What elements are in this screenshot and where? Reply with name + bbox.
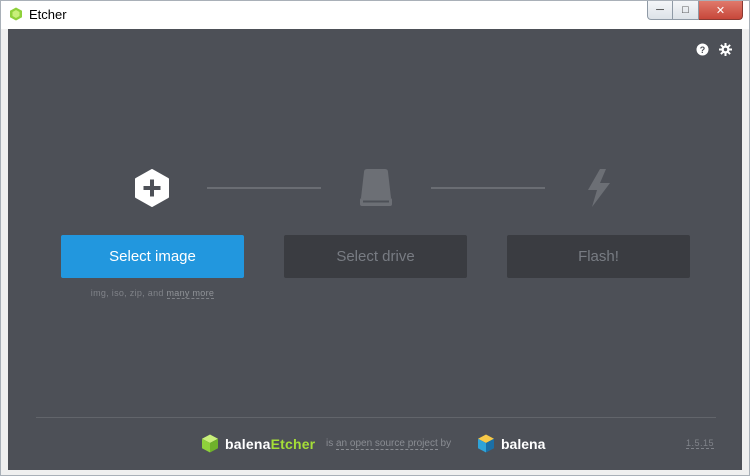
step-connector-2 (431, 187, 545, 189)
brand-suffix: Etcher (270, 435, 316, 452)
open-source-link[interactable]: an open source project (336, 438, 438, 450)
lightning-icon (579, 168, 619, 208)
flash-button[interactable]: Flash! (507, 235, 690, 278)
minimize-button[interactable]: ─ (647, 1, 673, 20)
settings-icon[interactable] (719, 43, 732, 56)
many-more-link[interactable]: many more (166, 288, 215, 299)
help-icon[interactable]: ? (696, 43, 709, 56)
plus-hexagon-icon (132, 168, 172, 208)
balena-cube-icon (478, 434, 494, 453)
drive-icon (356, 168, 396, 208)
balena-etcher-logo-link[interactable]: balenaEtcher (201, 434, 315, 453)
close-button[interactable]: ✕ (699, 1, 743, 20)
caption-buttons: ─ □ ✕ (647, 1, 743, 21)
attribution-prefix: is (326, 438, 336, 449)
svg-text:?: ? (700, 45, 706, 55)
footer-divider (36, 417, 716, 418)
etcher-cube-icon (202, 434, 218, 453)
formats-text: img, iso, zip, and (90, 288, 167, 298)
maximize-button[interactable]: □ (673, 1, 699, 20)
footer-attribution: is an open source project by (326, 438, 452, 450)
balena-company-name: balena (501, 435, 546, 452)
title-bar[interactable]: Etcher ─ □ ✕ (1, 1, 749, 29)
etcher-brand-text: balenaEtcher (225, 436, 315, 452)
step-connector-1 (207, 187, 321, 189)
balena-logo-link[interactable]: balena (477, 434, 545, 453)
window-title: Etcher (29, 7, 67, 22)
brand-prefix: balena (225, 435, 271, 452)
supported-formats: img, iso, zip, and many more (61, 288, 244, 299)
app-content: ? Select image Select drive Flash! img, … (8, 29, 742, 470)
footer: balenaEtcher is an open source project b… (8, 434, 742, 454)
etcher-app-icon (10, 7, 22, 21)
top-right-icons: ? (696, 43, 732, 56)
select-drive-button[interactable]: Select drive (284, 235, 467, 278)
app-window: Etcher ─ □ ✕ ? Select image Select drive… (0, 0, 750, 476)
attribution-suffix: by (437, 438, 452, 449)
version-label[interactable]: 1.5.15 (685, 438, 714, 449)
select-image-button[interactable]: Select image (61, 235, 244, 278)
